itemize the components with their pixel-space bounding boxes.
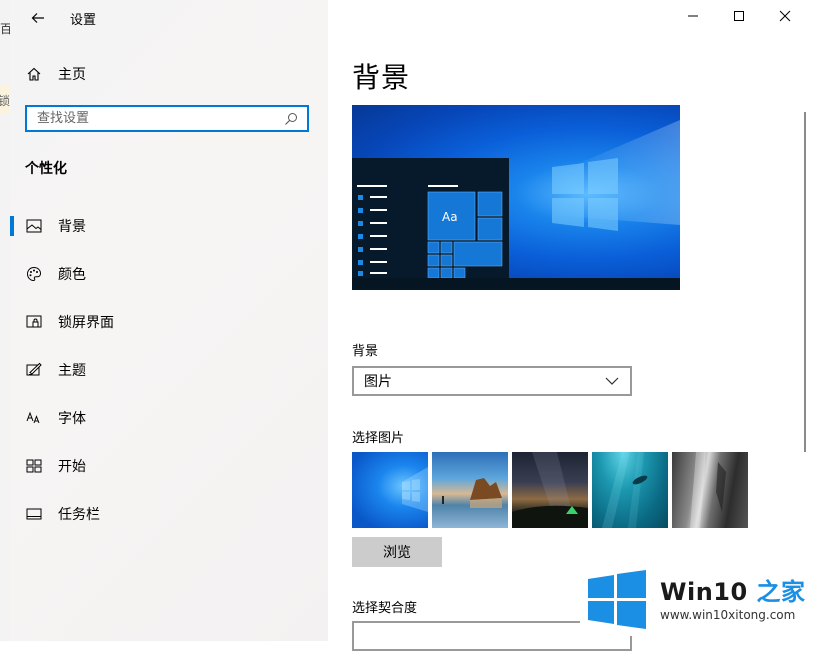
search-icon[interactable] bbox=[281, 109, 301, 129]
back-button[interactable] bbox=[20, 2, 56, 34]
sidebar-item-background[interactable]: 背景 bbox=[10, 206, 328, 246]
watermark-brand-prefix: Win10 bbox=[660, 578, 748, 606]
sidebar-item-themes[interactable]: 主题 bbox=[10, 350, 328, 390]
background-type-value: 图片 bbox=[364, 374, 392, 390]
section-title: 个性化 bbox=[25, 161, 67, 177]
background-label: 背景 bbox=[352, 344, 379, 359]
search-box[interactable] bbox=[25, 105, 309, 132]
sidebar: 设置 主页 个性化 背景 颜色 bbox=[10, 0, 328, 641]
sidebar-item-label: 任务栏 bbox=[58, 507, 100, 523]
watermark: Win10 之家 www.win10xitong.com bbox=[580, 564, 810, 636]
app-title: 设置 bbox=[70, 13, 97, 28]
preview-tile-text: Aa bbox=[442, 210, 458, 224]
watermark-brand-suffix: 之家 bbox=[747, 578, 806, 606]
windows-logo-icon bbox=[352, 120, 680, 290]
sidebar-item-label: 主题 bbox=[58, 363, 86, 379]
lock-screen-icon bbox=[24, 312, 44, 332]
picture-thumb-windows-blue[interactable] bbox=[352, 452, 428, 528]
start-icon bbox=[24, 456, 44, 476]
underwater-image bbox=[602, 452, 648, 528]
chevron-down-icon bbox=[602, 371, 622, 391]
browse-button[interactable]: 浏览 bbox=[352, 537, 442, 567]
background-type-select[interactable]: 图片 bbox=[352, 366, 632, 396]
minimize-button[interactable] bbox=[670, 0, 716, 32]
arrow-left-icon bbox=[31, 13, 44, 23]
home-icon bbox=[24, 64, 44, 84]
wallpaper-preview: Aa bbox=[352, 105, 680, 290]
background-app-banner: 锁 bbox=[0, 86, 10, 114]
sidebar-item-label: 锁屏界面 bbox=[58, 315, 114, 331]
night-sky-image bbox=[512, 452, 588, 528]
sidebar-item-home[interactable]: 主页 bbox=[10, 54, 328, 94]
choose-picture-label: 选择图片 bbox=[352, 431, 405, 446]
choose-fit-label: 选择契合度 bbox=[352, 601, 418, 616]
beach-rock-image bbox=[442, 478, 502, 508]
minimize-icon bbox=[688, 15, 698, 17]
windows-logo-icon bbox=[586, 570, 648, 634]
picture-thumb-underwater[interactable] bbox=[592, 452, 668, 528]
sidebar-item-label: 背景 bbox=[58, 219, 86, 235]
taskbar-icon bbox=[24, 504, 44, 524]
sidebar-item-lock-screen[interactable]: 锁屏界面 bbox=[10, 302, 328, 342]
background-app-text: 百 bbox=[0, 22, 10, 36]
maximize-button[interactable] bbox=[716, 0, 762, 32]
sidebar-item-start[interactable]: 开始 bbox=[10, 446, 328, 486]
watermark-url: www.win10xitong.com bbox=[660, 608, 796, 622]
scrollbar-thumb[interactable] bbox=[804, 112, 806, 452]
content-pane: 背景 Aa 背景 图片 选择图片 浏览 选择契合度 bbox=[328, 0, 816, 651]
close-button[interactable] bbox=[762, 0, 808, 32]
sidebar-item-label: 颜色 bbox=[58, 267, 86, 283]
maximize-icon bbox=[734, 11, 744, 21]
close-icon bbox=[779, 10, 791, 22]
sidebar-item-fonts[interactable]: 字体 bbox=[10, 398, 328, 438]
sidebar-item-label: 主页 bbox=[58, 67, 86, 83]
search-input[interactable] bbox=[35, 106, 281, 131]
sidebar-item-label: 开始 bbox=[58, 459, 86, 475]
background-app-banner-text: 锁 bbox=[0, 94, 11, 108]
rock-cliff-image bbox=[690, 452, 726, 528]
settings-window: 设置 主页 个性化 背景 颜色 bbox=[10, 0, 816, 651]
watermark-brand: Win10 之家 bbox=[660, 572, 806, 607]
image-icon bbox=[24, 216, 44, 236]
windows-logo-icon bbox=[402, 467, 428, 512]
picture-thumb-beach-rock[interactable] bbox=[432, 452, 508, 528]
sidebar-item-taskbar[interactable]: 任务栏 bbox=[10, 494, 328, 534]
font-icon bbox=[24, 408, 44, 428]
picture-thumb-night-sky[interactable] bbox=[512, 452, 588, 528]
palette-icon bbox=[24, 264, 44, 284]
sidebar-item-label: 字体 bbox=[58, 411, 86, 427]
picture-thumb-rock-cliff[interactable] bbox=[672, 452, 748, 528]
page-title: 背景 bbox=[352, 61, 411, 94]
theme-icon bbox=[24, 360, 44, 380]
sidebar-item-colors[interactable]: 颜色 bbox=[10, 254, 328, 294]
